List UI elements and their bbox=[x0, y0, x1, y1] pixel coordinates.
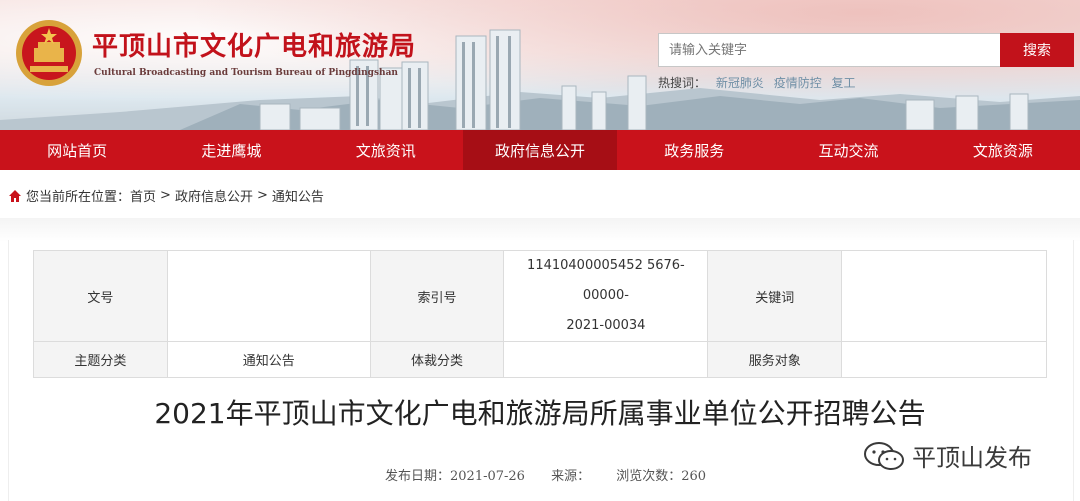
site-title: 平顶山市文化广电和旅游局 bbox=[92, 32, 417, 62]
site-subtitle: Cultural Broadcasting and Tourism Bureau… bbox=[94, 68, 398, 78]
main-nav: 网站首页 走进鹰城 文旅资讯 政府信息公开 政务服务 互动交流 文旅资源 bbox=[0, 130, 1080, 170]
search-button[interactable]: 搜索 bbox=[1000, 33, 1074, 67]
nav-item-home[interactable]: 网站首页 bbox=[0, 130, 154, 170]
article-source: 来源： bbox=[551, 469, 591, 484]
hot-search-label: 热搜词： bbox=[658, 76, 707, 90]
topic-value: 通知公告 bbox=[166, 341, 371, 378]
breadcrumb-link-home[interactable]: 首页 bbox=[130, 186, 156, 205]
audience-label: 服务对象 bbox=[707, 341, 843, 378]
nav-item-gov-info[interactable]: 政府信息公开 bbox=[462, 130, 618, 170]
nav-item-resources[interactable]: 文旅资源 bbox=[926, 130, 1080, 170]
keyword-value bbox=[841, 250, 1047, 342]
header-banner: 平顶山市文化广电和旅游局 Cultural Broadcasting and T… bbox=[0, 0, 1080, 130]
article-title: 2021年平顶山市文化广电和旅游局所属事业单位公开招聘公告 bbox=[154, 397, 926, 430]
document-info-table: 文号 索引号 11410400005452 5676-00000- 2021-0… bbox=[33, 250, 1047, 378]
breadcrumb-link-notice[interactable]: 通知公告 bbox=[272, 186, 324, 205]
index-label: 索引号 bbox=[369, 250, 505, 342]
index-value-line1: 11410400005452 5676-00000- bbox=[527, 258, 685, 303]
nav-item-gov-service[interactable]: 政务服务 bbox=[617, 130, 771, 170]
national-emblem-icon bbox=[16, 20, 82, 86]
hot-word-link[interactable]: 疫情防控 bbox=[774, 76, 822, 90]
search-box bbox=[658, 33, 1000, 67]
genre-value bbox=[503, 341, 709, 378]
genre-label: 体裁分类 bbox=[369, 341, 505, 378]
home-icon bbox=[9, 189, 21, 202]
publish-date: 发布日期：2021-07-26 bbox=[385, 469, 525, 484]
audience-value bbox=[841, 341, 1047, 378]
breadcrumb-link-gov-info[interactable]: 政府信息公开 bbox=[175, 186, 253, 205]
breadcrumb: 您当前所在位置： 首页 > 政府信息公开 > 通知公告 bbox=[8, 186, 324, 205]
topic-label: 主题分类 bbox=[33, 341, 168, 378]
wechat-watermark: 平顶山发布 bbox=[862, 438, 1032, 473]
nav-item-news[interactable]: 文旅资讯 bbox=[309, 130, 463, 170]
hot-word-link[interactable]: 复工 bbox=[832, 76, 856, 90]
article-meta: 发布日期：2021-07-26 来源： 浏览次数：260 bbox=[385, 465, 728, 484]
doc-no-label: 文号 bbox=[33, 250, 168, 342]
view-count: 浏览次数：260 bbox=[616, 469, 707, 484]
section-divider bbox=[0, 218, 1080, 242]
watermark-text: 平顶山发布 bbox=[912, 444, 1032, 472]
breadcrumb-separator: > bbox=[160, 188, 171, 203]
breadcrumb-prefix: 您当前所在位置： bbox=[26, 190, 131, 205]
search-input[interactable] bbox=[659, 34, 1000, 66]
table-row: 主题分类 通知公告 体裁分类 服务对象 bbox=[33, 341, 1047, 378]
doc-no-value bbox=[166, 250, 371, 342]
table-row: 文号 索引号 11410400005452 5676-00000- 2021-0… bbox=[33, 250, 1047, 342]
index-value: 11410400005452 5676-00000- 2021-00034 bbox=[503, 250, 709, 342]
index-value-line2: 2021-00034 bbox=[566, 318, 646, 333]
nav-item-about-city[interactable]: 走进鹰城 bbox=[154, 130, 308, 170]
hot-word-link[interactable]: 新冠肺炎 bbox=[716, 76, 764, 90]
nav-item-interaction[interactable]: 互动交流 bbox=[771, 130, 925, 170]
breadcrumb-separator: > bbox=[256, 188, 268, 203]
hot-search: 热搜词： 新冠肺炎 疫情防控 复工 bbox=[658, 74, 856, 91]
keyword-label: 关键词 bbox=[707, 250, 843, 342]
wechat-icon bbox=[864, 441, 904, 470]
